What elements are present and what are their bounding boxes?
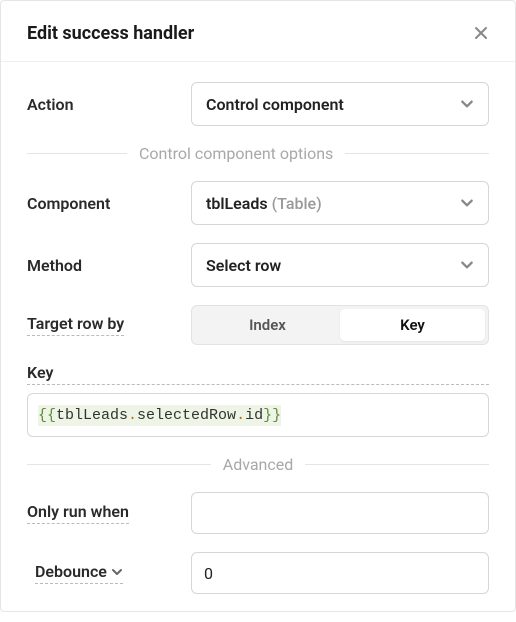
action-label: Action: [27, 95, 191, 114]
edit-success-handler-panel: Edit success handler Action Control comp…: [0, 0, 516, 612]
component-row: Component tblLeads (Table): [27, 181, 489, 225]
debounce-row: Debounce: [27, 552, 489, 594]
method-label: Method: [27, 256, 191, 275]
key-expression-input[interactable]: {{tblLeads.selectedRow.id}}: [27, 393, 489, 437]
chevron-down-icon: [460, 258, 474, 272]
section-title-advanced: Advanced: [223, 455, 294, 474]
key-label: Key: [27, 363, 489, 385]
action-select-value: Control component: [206, 95, 344, 114]
method-select-value: Select row: [206, 256, 281, 275]
only-run-when-label: Only run when: [27, 502, 129, 524]
target-row-by-row: Target row by Index Key: [27, 305, 489, 345]
only-run-when-row: Only run when: [27, 492, 489, 534]
panel-body: Action Control component Control compone…: [1, 62, 515, 622]
section-divider-advanced: Advanced: [27, 455, 489, 474]
target-row-by-label: Target row by: [27, 314, 124, 336]
target-row-by-option-index[interactable]: Index: [195, 309, 340, 341]
debounce-label-text: Debounce: [35, 562, 107, 581]
debounce-input[interactable]: [191, 552, 489, 594]
close-button[interactable]: [467, 19, 495, 47]
chevron-down-icon: [460, 196, 474, 210]
debounce-type-select[interactable]: Debounce: [35, 562, 123, 584]
component-select-value: tblLeads (Table): [206, 194, 322, 213]
key-field: Key {{tblLeads.selectedRow.id}}: [27, 363, 489, 437]
method-select[interactable]: Select row: [191, 243, 489, 287]
action-row: Action Control component: [27, 82, 489, 126]
method-row: Method Select row: [27, 243, 489, 287]
target-row-by-option-key[interactable]: Key: [340, 309, 485, 341]
component-label: Component: [27, 194, 191, 213]
panel-header: Edit success handler: [1, 1, 515, 62]
component-select[interactable]: tblLeads (Table): [191, 181, 489, 225]
panel-title: Edit success handler: [27, 23, 194, 44]
section-title: Control component options: [139, 144, 333, 163]
chevron-down-icon: [111, 566, 123, 578]
target-row-by-segmented: Index Key: [191, 305, 489, 345]
close-icon: [473, 25, 489, 41]
section-divider-control-options: Control component options: [27, 144, 489, 163]
chevron-down-icon: [460, 97, 474, 111]
action-select[interactable]: Control component: [191, 82, 489, 126]
only-run-when-input[interactable]: [191, 492, 489, 534]
